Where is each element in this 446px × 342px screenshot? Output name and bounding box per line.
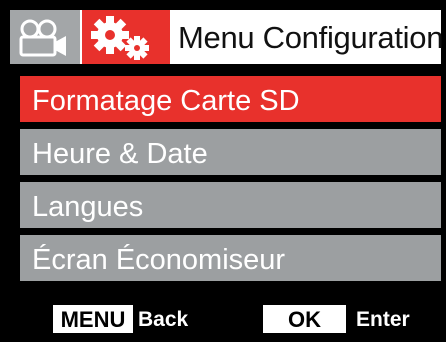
ok-key-badge[interactable]: OK [263,305,346,333]
menu-list: Formatage Carte SD Heure & Date Langues … [20,76,441,288]
enter-hint-label: Enter [356,308,410,331]
gears-icon [91,16,149,60]
page-title: Menu Configuration [178,20,444,55]
menu-item-screen-saver[interactable]: Écran Économiseur [20,235,441,281]
back-hint-label: Back [138,308,189,331]
menu-item-time-date[interactable]: Heure & Date [20,129,441,175]
menu-key-badge[interactable]: MENU [53,305,133,333]
menu-item-format-sd-card[interactable]: Formatage Carte SD [20,76,441,122]
footer-hints: MENU Back OK Enter [0,296,446,342]
video-camera-icon [19,19,66,57]
menu-item-languages[interactable]: Langues [20,182,441,228]
tab-settings[interactable] [82,10,170,64]
header-bar: Menu Configuration [10,10,444,64]
screen: Menu Configuration Formatage Carte SD He… [0,0,446,342]
tab-video[interactable] [10,10,80,64]
